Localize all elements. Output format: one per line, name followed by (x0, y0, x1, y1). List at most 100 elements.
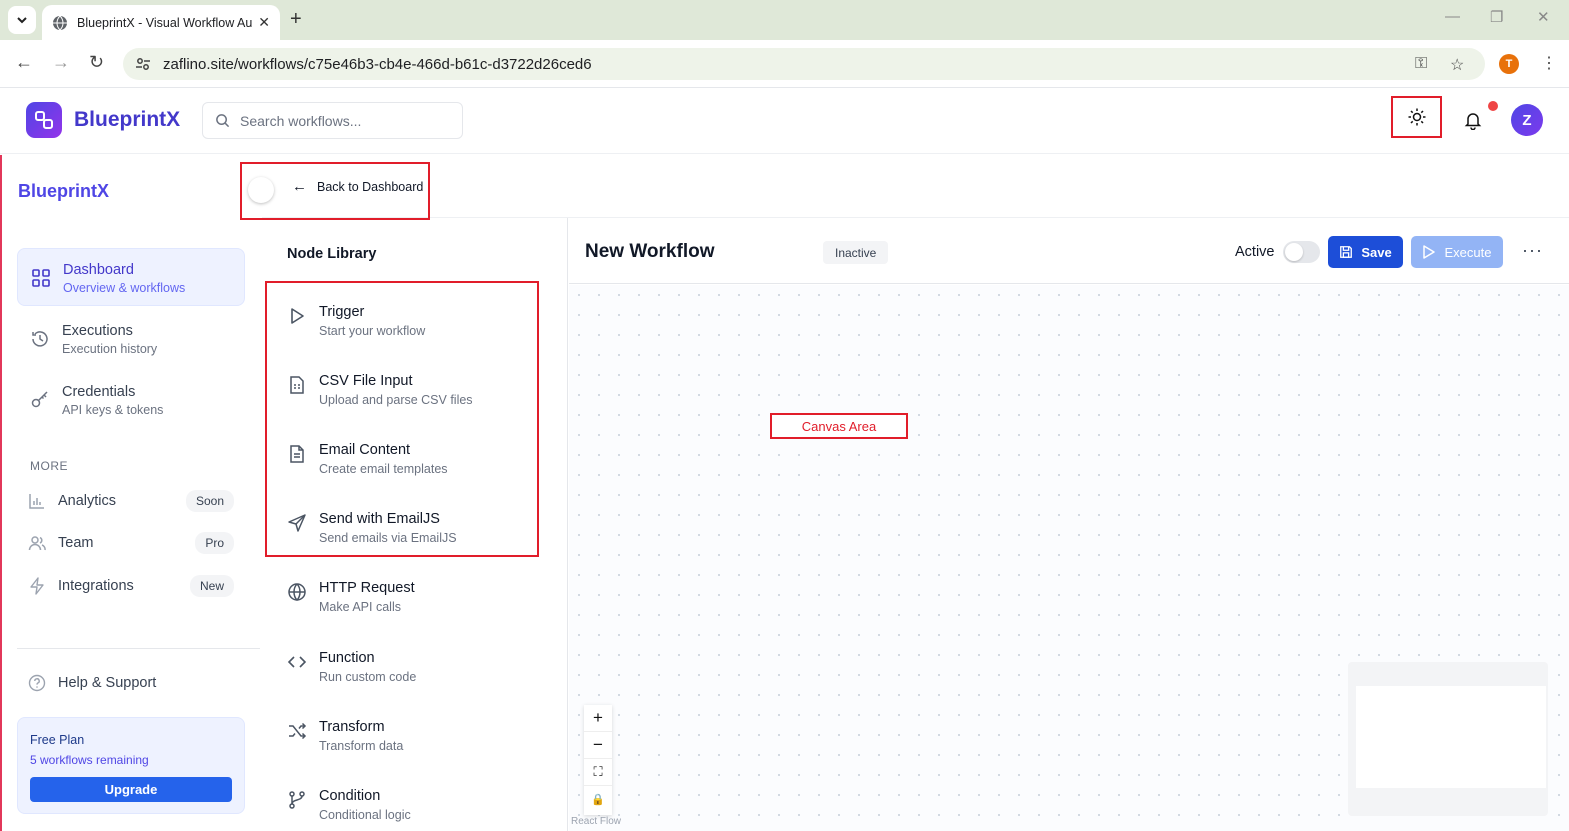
omnibox[interactable]: zaflino.site/workflows/c75e46b3-cb4e-466… (123, 48, 1485, 80)
team-icon (28, 536, 46, 551)
bookmark-star-icon[interactable]: ☆ (1450, 55, 1464, 75)
restore-icon[interactable]: ❐ (1490, 8, 1503, 26)
search-input[interactable] (240, 112, 440, 129)
play-icon (1422, 245, 1435, 259)
more-options-icon[interactable]: ··· (1522, 240, 1543, 261)
sidebar-item-credentials[interactable]: Credentials API keys & tokens (17, 371, 245, 429)
soon-badge: Soon (185, 490, 234, 512)
url-text: zaflino.site/workflows/c75e46b3-cb4e-466… (163, 55, 592, 73)
sidebar-item-executions[interactable]: Executions Execution history (17, 310, 245, 368)
more-heading: MORE (30, 459, 68, 473)
fit-view-button[interactable]: ⛶ (584, 759, 612, 786)
node-name: Send with EmailJS (319, 511, 440, 527)
node-email-content[interactable]: Email Content Create email templates (285, 442, 535, 486)
save-button[interactable]: Save (1328, 236, 1403, 268)
toggle-knob (1285, 243, 1303, 261)
bolt-icon (30, 577, 44, 595)
node-name: Function (319, 650, 375, 666)
user-avatar[interactable]: Z (1511, 104, 1543, 136)
search-icon (216, 114, 230, 128)
node-condition[interactable]: Condition Conditional logic (285, 788, 535, 831)
save-label: Save (1361, 244, 1392, 260)
branch-icon (289, 791, 305, 809)
sidebar-item-team[interactable]: Team Pro (28, 530, 234, 556)
minimize-icon[interactable]: — (1445, 8, 1460, 25)
node-description: Send emails via EmailJS (319, 531, 457, 545)
node-description: Create email templates (319, 462, 448, 476)
sidebar-toggle[interactable] (248, 177, 274, 203)
play-icon (291, 308, 304, 324)
node-description: Start your workflow (319, 324, 426, 338)
history-icon (32, 331, 48, 347)
react-flow-attribution[interactable]: React Flow (571, 816, 621, 827)
node-trigger[interactable]: Trigger Start your workflow (285, 304, 535, 348)
lock-button[interactable]: 🔒 (584, 786, 612, 813)
forward-arrow-icon[interactable]: → (52, 52, 70, 73)
node-name: Transform (319, 719, 385, 735)
sidebar-item-label: Analytics (58, 493, 117, 509)
pro-badge: Pro (195, 532, 234, 554)
document-icon (290, 445, 304, 463)
node-library-title: Node Library (287, 246, 377, 262)
browser-tab-bar: BlueprintX - Visual Workflow Au ✕ + — ❐ … (0, 0, 1569, 40)
brand-name[interactable]: BlueprintX (74, 108, 180, 132)
upgrade-button[interactable]: Upgrade (30, 777, 232, 802)
help-label: Help & Support (58, 675, 157, 691)
browser-menu-icon[interactable]: ⋮ (1541, 53, 1557, 73)
plan-remaining: 5 workflows remaining (30, 753, 149, 767)
sidebar-item-label: Credentials (62, 384, 136, 400)
node-csv-file-input[interactable]: CSV File Input Upload and parse CSV file… (285, 373, 535, 417)
zoom-out-button[interactable]: − (584, 732, 612, 759)
help-support-link[interactable]: Help & Support (28, 674, 156, 692)
execute-button[interactable]: Execute (1411, 236, 1503, 268)
node-name: HTTP Request (319, 580, 415, 596)
logo-icon[interactable] (26, 102, 62, 138)
node-transform[interactable]: Transform Transform data (285, 719, 535, 763)
node-description: Conditional logic (319, 808, 411, 822)
back-to-dashboard-link[interactable]: ← Back to Dashboard (292, 178, 423, 195)
workflow-logo-icon (35, 111, 53, 129)
search-box[interactable] (202, 102, 463, 139)
active-label: Active (1235, 244, 1275, 260)
tab-title: BlueprintX - Visual Workflow Au (77, 15, 253, 30)
browser-profile-avatar[interactable]: T (1499, 54, 1519, 74)
new-tab-button[interactable]: + (290, 8, 302, 31)
arrow-left-icon: ← (292, 178, 307, 195)
browser-tab[interactable]: BlueprintX - Visual Workflow Au ✕ (42, 5, 280, 40)
minimap-viewport (1356, 686, 1546, 788)
execute-label: Execute (1444, 244, 1492, 260)
reload-icon[interactable]: ↻ (89, 52, 104, 73)
help-circle-icon (28, 674, 46, 692)
globe-icon (288, 583, 306, 602)
top-strip (262, 155, 1569, 218)
sidebar-item-integrations[interactable]: Integrations New (28, 573, 234, 599)
site-settings-icon[interactable] (135, 56, 151, 72)
tab-close-icon[interactable]: ✕ (258, 14, 270, 31)
theme-toggle-button[interactable] (1391, 96, 1442, 138)
workflow-title[interactable]: New Workflow (585, 241, 715, 263)
back-label: Back to Dashboard (317, 179, 424, 194)
sidebar-divider (17, 648, 260, 649)
node-name: CSV File Input (319, 373, 413, 389)
sidebar-item-analytics[interactable]: Analytics Soon (28, 488, 234, 514)
sun-icon (1408, 108, 1425, 126)
node-name: Condition (319, 788, 381, 804)
node-send-with-emailjs[interactable]: Send with EmailJS Send emails via EmailJ… (285, 511, 535, 555)
sidebar-item-sublabel: Overview & workflows (63, 281, 186, 295)
node-description: Transform data (319, 739, 404, 753)
zoom-in-button[interactable]: + (584, 705, 612, 732)
window-close-icon[interactable]: ✕ (1537, 8, 1550, 26)
active-toggle[interactable] (1283, 241, 1320, 263)
new-badge: New (189, 575, 234, 597)
minimap[interactable] (1348, 662, 1548, 816)
node-function[interactable]: Function Run custom code (285, 650, 535, 694)
back-arrow-icon[interactable]: ← (15, 52, 33, 73)
tab-search-button[interactable] (8, 6, 36, 34)
save-icon (1340, 246, 1353, 258)
password-key-icon[interactable]: ⚿ (1415, 55, 1427, 73)
sidebar-item-dashboard[interactable]: Dashboard Overview & workflows (17, 248, 245, 306)
bell-icon[interactable] (1463, 110, 1483, 130)
node-http-request[interactable]: HTTP Request Make API calls (285, 580, 535, 624)
notification-dot (1488, 101, 1498, 111)
key-icon (31, 391, 48, 408)
